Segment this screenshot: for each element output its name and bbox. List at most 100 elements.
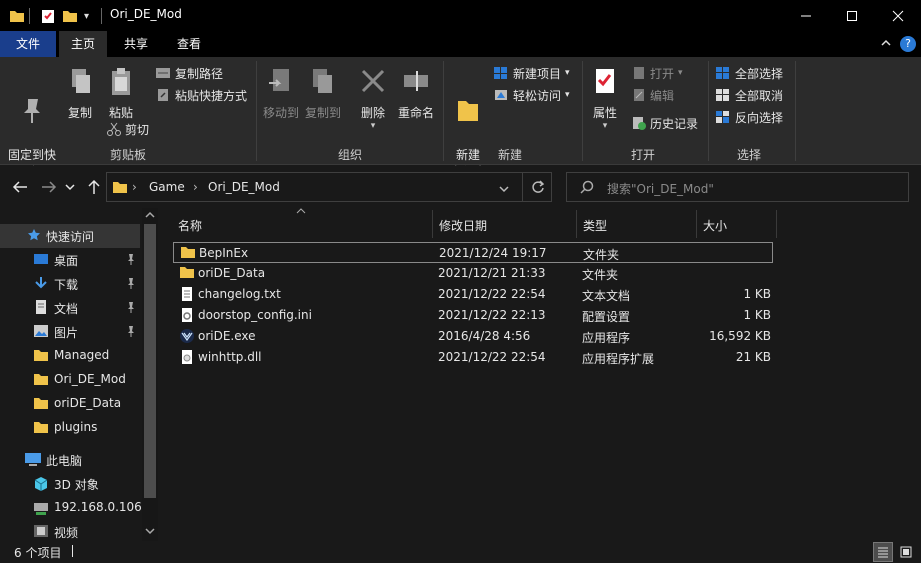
history-button[interactable]: 历史记录 bbox=[632, 113, 698, 133]
minimize-button[interactable] bbox=[783, 0, 829, 31]
paste-button[interactable]: 粘贴 bbox=[103, 67, 139, 121]
back-button[interactable] bbox=[10, 177, 30, 197]
new-item-button[interactable]: 新建项目 ▾ bbox=[493, 63, 570, 83]
nav-item-videos[interactable]: 视频 bbox=[0, 520, 140, 541]
paste-shortcut-icon bbox=[155, 88, 171, 102]
pin-quick-access-button[interactable]: 固定到快 速访问 bbox=[4, 67, 60, 180]
column-header-size[interactable]: 大小 bbox=[703, 214, 727, 238]
folder-icon bbox=[9, 8, 25, 24]
help-icon[interactable]: ? bbox=[900, 36, 916, 52]
breadcrumb-ori-de-mod[interactable]: Ori_DE_Mod bbox=[208, 180, 280, 194]
video-icon bbox=[33, 524, 49, 538]
copy-path-button[interactable]: 复制路径 bbox=[155, 63, 223, 83]
file-type: 文件夹 bbox=[582, 268, 619, 282]
close-button[interactable] bbox=[875, 0, 921, 31]
nav-item-desktop[interactable]: 桌面 bbox=[0, 248, 140, 272]
properties-icon[interactable] bbox=[40, 8, 56, 24]
column-header-modified[interactable]: 修改日期 bbox=[439, 214, 487, 238]
select-all-button[interactable]: 全部选择 bbox=[715, 63, 783, 83]
window-title: Ori_DE_Mod bbox=[110, 7, 182, 21]
tab-file[interactable]: 文件 bbox=[0, 31, 56, 57]
navigation-scrollbar[interactable] bbox=[142, 208, 158, 541]
folder-icon bbox=[33, 420, 49, 434]
chevron-down-icon: ▾ bbox=[370, 121, 376, 131]
select-none-icon bbox=[715, 88, 731, 102]
nav-item-3d-objects[interactable]: 3D 对象 bbox=[0, 472, 140, 496]
nav-item-documents[interactable]: 文档 bbox=[0, 296, 140, 320]
rename-icon bbox=[395, 67, 437, 100]
column-header-type[interactable]: 类型 bbox=[583, 214, 607, 238]
recent-locations-button[interactable] bbox=[63, 177, 77, 197]
nav-item-pictures[interactable]: 图片 bbox=[0, 320, 140, 344]
scrollbar-thumb[interactable] bbox=[144, 224, 156, 498]
title-bar: ▾ Ori_DE_Mod bbox=[0, 0, 921, 31]
new-folder-icon[interactable] bbox=[62, 8, 78, 24]
folder-icon bbox=[33, 396, 49, 410]
group-label-select: 选择 bbox=[736, 148, 761, 162]
rename-button[interactable]: 重命名 bbox=[395, 67, 437, 121]
nav-item-plugins[interactable]: plugins bbox=[0, 416, 140, 440]
move-to-button[interactable]: 移动到 bbox=[261, 67, 301, 121]
forward-button[interactable] bbox=[39, 177, 59, 197]
table-row[interactable]: BepInEx 2021/12/24 19:17 文件夹 bbox=[173, 242, 773, 263]
open-button[interactable]: 打开 ▾ bbox=[632, 63, 683, 83]
paste-shortcut-button[interactable]: 粘贴快捷方式 bbox=[155, 85, 247, 105]
tab-share[interactable]: 共享 bbox=[112, 31, 160, 57]
details-view-icon bbox=[878, 547, 888, 558]
scissors-icon bbox=[107, 122, 121, 136]
file-size: 1 KB bbox=[743, 308, 771, 322]
edit-icon bbox=[632, 88, 646, 102]
tab-view[interactable]: 查看 bbox=[165, 31, 213, 57]
chevron-down-icon[interactable]: ▾ bbox=[84, 8, 89, 24]
file-type: 配置设置 bbox=[582, 310, 631, 324]
up-button[interactable] bbox=[84, 177, 104, 197]
search-box[interactable]: 搜索"Ori_DE_Mod" bbox=[566, 172, 909, 202]
easy-access-icon bbox=[493, 88, 509, 102]
nav-item-quick-access[interactable]: 快速访问 bbox=[0, 224, 140, 248]
copy-to-button[interactable]: 复制到 bbox=[303, 67, 343, 121]
folder-icon bbox=[180, 245, 196, 259]
nav-item-this-pc[interactable]: 此电脑 bbox=[0, 448, 140, 472]
table-row[interactable]: winhttp.dll 2021/12/22 22:54 应用程序扩展 21 K… bbox=[173, 347, 773, 368]
column-header-name[interactable]: 名称 bbox=[178, 214, 202, 238]
delete-button[interactable]: 删除 ▾ bbox=[357, 67, 389, 131]
table-row[interactable]: oriDE_Data 2021/12/21 21:33 文件夹 bbox=[173, 263, 773, 284]
chevron-down-icon: ▾ bbox=[602, 121, 608, 131]
file-list: 名称 修改日期 类型 大小 BepInEx 2021/12/24 19:17 文… bbox=[160, 208, 921, 541]
maximize-button[interactable] bbox=[829, 0, 875, 31]
breadcrumb-game[interactable]: Game bbox=[149, 180, 185, 194]
nav-item-downloads[interactable]: 下载 bbox=[0, 272, 140, 296]
details-view-button[interactable] bbox=[873, 542, 893, 562]
file-name: winhttp.dll bbox=[198, 350, 262, 364]
nav-item-managed[interactable]: Managed bbox=[0, 344, 140, 368]
select-none-button[interactable]: 全部取消 bbox=[715, 85, 783, 105]
invert-selection-icon bbox=[715, 110, 731, 124]
file-modified: 2021/12/21 21:33 bbox=[438, 266, 546, 280]
file-name: oriDE_Data bbox=[198, 266, 266, 280]
file-name: changelog.txt bbox=[198, 287, 281, 301]
table-row[interactable]: changelog.txt 2021/12/22 22:54 文本文档 1 KB bbox=[173, 284, 773, 305]
nav-item-oride-data[interactable]: oriDE_Data bbox=[0, 392, 140, 416]
chevron-down-icon[interactable] bbox=[499, 182, 509, 196]
refresh-icon[interactable] bbox=[531, 180, 545, 197]
easy-access-button[interactable]: 轻松访问 ▾ bbox=[493, 85, 570, 105]
document-icon bbox=[33, 300, 49, 314]
properties-button[interactable]: 属性 ▾ bbox=[587, 67, 623, 131]
table-row[interactable]: doorstop_config.ini 2021/12/22 22:13 配置设… bbox=[173, 305, 773, 326]
chevron-down-icon[interactable] bbox=[145, 527, 155, 538]
invert-selection-button[interactable]: 反向选择 bbox=[715, 107, 783, 127]
history-icon bbox=[632, 116, 646, 130]
copy-button[interactable]: 复制 bbox=[62, 67, 98, 121]
cut-button[interactable]: 剪切 bbox=[107, 119, 149, 139]
nav-item-ori-de-mod[interactable]: Ori_DE_Mod bbox=[0, 368, 140, 392]
chevron-up-icon[interactable] bbox=[145, 211, 155, 222]
large-icons-view-button[interactable] bbox=[896, 542, 916, 562]
pin-icon bbox=[126, 325, 136, 340]
edit-button[interactable]: 编辑 bbox=[632, 85, 674, 105]
address-bar[interactable]: › Game › Ori_DE_Mod bbox=[106, 172, 552, 202]
nav-item-network-drive[interactable]: 192.168.0.106 bbox=[0, 496, 142, 520]
chevron-up-icon[interactable] bbox=[880, 37, 892, 52]
tab-home[interactable]: 主页 bbox=[59, 31, 107, 57]
table-row[interactable]: oriDE.exe 2016/4/28 4:56 应用程序 16,592 KB bbox=[173, 326, 773, 347]
new-folder-button[interactable]: 新建 文件夹 bbox=[446, 67, 490, 180]
